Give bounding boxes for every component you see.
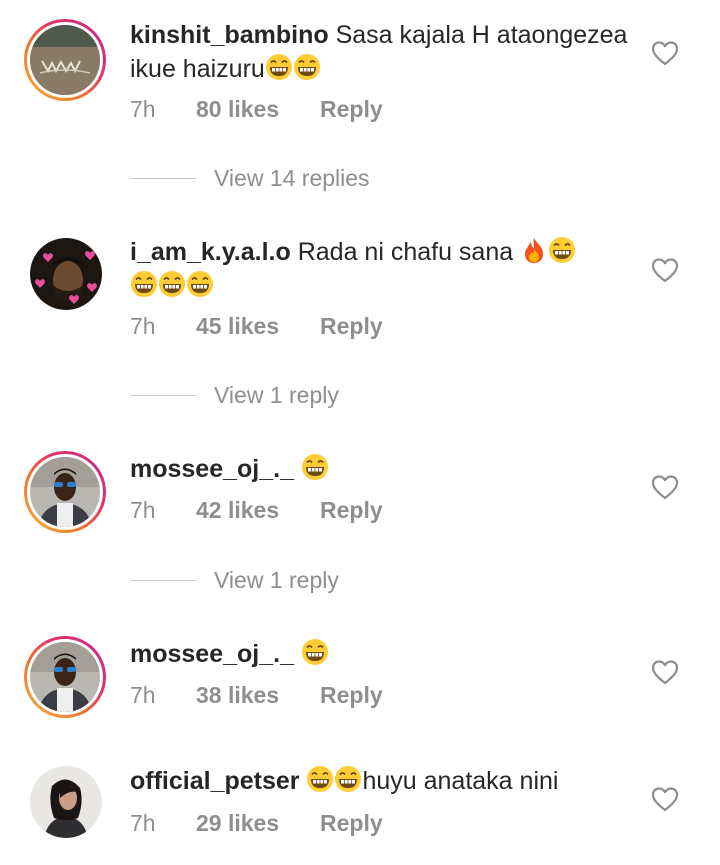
comment-meta: 7h 80 likes Reply: [130, 96, 383, 123]
heart-outline-icon[interactable]: [651, 257, 679, 283]
view-replies-button[interactable]: View 1 reply: [130, 382, 339, 409]
comment-body: huyu anataka nini: [362, 767, 559, 795]
reply-button[interactable]: Reply: [320, 810, 383, 837]
comment-username[interactable]: i_am_k.y.a.l.o: [130, 238, 291, 266]
likes-count[interactable]: 29 likes: [196, 810, 320, 837]
view-replies-label: View 1 reply: [214, 567, 339, 593]
avatar[interactable]: [30, 238, 102, 310]
likes-count[interactable]: 42 likes: [196, 497, 320, 524]
avatar-story-ring[interactable]: [24, 636, 106, 718]
heart-outline-icon[interactable]: [651, 40, 679, 66]
comment-meta: 7h 42 likes Reply: [130, 497, 383, 524]
reply-button[interactable]: Reply: [320, 313, 383, 340]
avatar[interactable]: [30, 766, 102, 838]
comment-username[interactable]: mossee_oj_._: [130, 640, 294, 668]
reply-button[interactable]: Reply: [320, 96, 383, 123]
grinning-emoji: [158, 270, 186, 298]
grinning-emoji: [130, 270, 158, 298]
likes-count[interactable]: 38 likes: [196, 682, 320, 709]
comment-meta: 7h 45 likes Reply: [130, 313, 383, 340]
grinning-emoji: [264, 53, 293, 81]
avatar: [30, 457, 100, 527]
view-replies-button[interactable]: View 14 replies: [130, 165, 370, 192]
divider-line: [130, 580, 196, 581]
comment-text: official_petser huyu anataka nini: [130, 764, 630, 798]
grinning-emoji: [334, 765, 363, 793]
likes-count[interactable]: 45 likes: [196, 313, 320, 340]
divider-line: [130, 178, 196, 179]
comment-text: mossee_oj_._: [130, 452, 630, 486]
fire-emoji: [520, 236, 548, 264]
avatar: [30, 642, 100, 712]
view-replies-label: View 1 reply: [214, 382, 339, 408]
heart-outline-icon[interactable]: [651, 786, 679, 812]
reply-button[interactable]: Reply: [320, 682, 383, 709]
comment-text: kinshit_bambino Sasa kajala H ataongezea…: [130, 18, 630, 86]
comment-username[interactable]: kinshit_bambino: [130, 21, 329, 49]
avatar-story-ring[interactable]: [24, 19, 106, 101]
reply-button[interactable]: Reply: [320, 497, 383, 524]
grinning-emoji: [186, 270, 214, 298]
likes-count[interactable]: 80 likes: [196, 96, 320, 123]
grinning-emoji: [548, 236, 576, 264]
avatar-story-ring[interactable]: [24, 451, 106, 533]
comment-meta: 7h 29 likes Reply: [130, 810, 383, 837]
comment-time: 7h: [130, 497, 156, 523]
divider-line: [130, 395, 196, 396]
grinning-emoji: [301, 453, 329, 481]
comment-username[interactable]: official_petser: [130, 767, 300, 795]
grinning-emoji: [306, 765, 335, 793]
heart-outline-icon[interactable]: [651, 659, 679, 685]
comment-meta: 7h 38 likes Reply: [130, 682, 383, 709]
comment-time: 7h: [130, 313, 156, 339]
heart-outline-icon[interactable]: [651, 474, 679, 500]
comment-username[interactable]: mossee_oj_._: [130, 455, 294, 483]
avatar: [30, 25, 100, 95]
view-replies-label: View 14 replies: [214, 165, 370, 191]
comment-time: 7h: [130, 810, 156, 836]
comment-text: i_am_k.y.a.l.o Rada ni chafu sana: [130, 235, 630, 303]
comment-time: 7h: [130, 682, 156, 708]
comment-time: 7h: [130, 96, 156, 122]
comment-text: mossee_oj_._: [130, 637, 630, 671]
view-replies-button[interactable]: View 1 reply: [130, 567, 339, 594]
grinning-emoji: [301, 638, 329, 666]
comment-body: Rada ni chafu sana: [297, 238, 514, 266]
grinning-emoji: [292, 53, 321, 81]
